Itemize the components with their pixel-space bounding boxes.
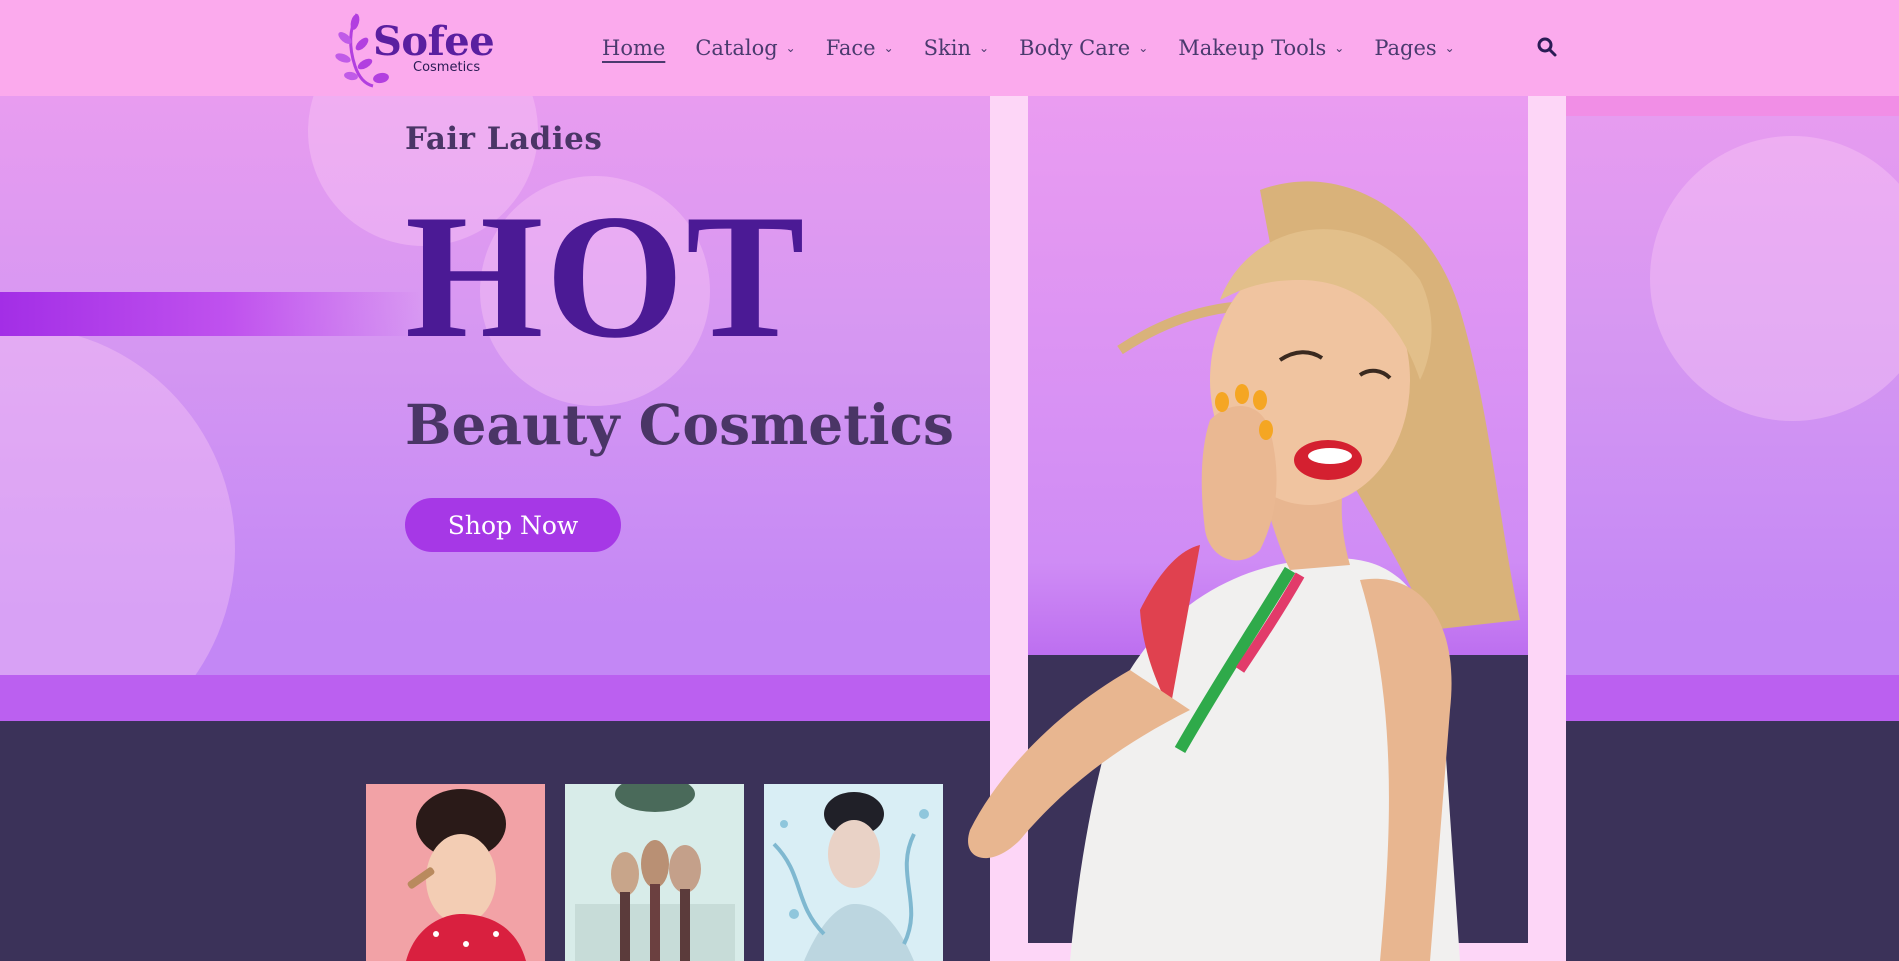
- nav-item-label: Makeup Tools: [1178, 36, 1327, 60]
- nav-item-body-care[interactable]: Body Care ⌄: [1019, 36, 1148, 60]
- portrait-blush-photo: [366, 784, 545, 961]
- thumbnail-splash[interactable]: [764, 784, 943, 961]
- hero-subtitle: Fair Ladies: [405, 121, 603, 157]
- nav-item-label: Catalog: [695, 36, 778, 60]
- hero-banner: Fair Ladies HOT Beauty Cosmetics Shop No…: [0, 96, 1899, 721]
- nav-item-label: Skin: [923, 36, 972, 60]
- nav-item-label: Body Care: [1019, 36, 1131, 60]
- model-photo: [968, 181, 1520, 961]
- decorative-stripe: [0, 292, 420, 336]
- nav-item-pages[interactable]: Pages ⌄: [1374, 36, 1454, 60]
- nav-item-skin[interactable]: Skin ⌄: [924, 36, 989, 60]
- decorative-circle: [1650, 136, 1899, 421]
- nav-item-catalog[interactable]: Catalog ⌄: [695, 36, 795, 60]
- hero-tagline: Beauty Cosmetics: [405, 392, 954, 457]
- site-header: Sofee Cosmetics Home Catalog ⌄ Face ⌄ Sk…: [0, 0, 1899, 96]
- brand-subtitle: Cosmetics: [413, 60, 481, 75]
- chevron-down-icon: ⌄: [1138, 41, 1149, 55]
- thumbnail-brushes[interactable]: [565, 784, 744, 961]
- decorative-circle: [0, 326, 235, 721]
- nav-item-home[interactable]: Home: [602, 36, 665, 60]
- search-button[interactable]: [1535, 35, 1559, 59]
- chevron-down-icon: ⌄: [1334, 41, 1345, 55]
- search-icon: [1537, 37, 1557, 57]
- nav-item-makeup-tools[interactable]: Makeup Tools ⌄: [1178, 36, 1344, 60]
- nav-item-label: Face: [825, 36, 876, 60]
- chevron-down-icon: ⌄: [785, 41, 796, 55]
- nav-item-label: Home: [602, 36, 666, 60]
- thumbnail-portrait[interactable]: [366, 784, 545, 961]
- hero-headline: HOT: [405, 177, 807, 375]
- brand-logo[interactable]: Sofee Cosmetics: [335, 8, 495, 88]
- chevron-down-icon: ⌄: [883, 41, 894, 55]
- hero-bottom-band: [0, 675, 1899, 721]
- shop-now-button[interactable]: Shop Now: [405, 498, 621, 552]
- nav-item-label: Pages: [1374, 36, 1437, 60]
- main-nav: Home Catalog ⌄ Face ⌄ Skin ⌄ Body Care ⌄…: [602, 28, 1485, 68]
- chevron-down-icon: ⌄: [979, 41, 990, 55]
- brand-name: Sofee: [373, 18, 495, 65]
- makeup-brushes-photo: [565, 784, 744, 961]
- nav-item-face[interactable]: Face ⌄: [826, 36, 894, 60]
- chevron-down-icon: ⌄: [1444, 41, 1455, 55]
- portrait-water-splash-photo: [764, 784, 943, 961]
